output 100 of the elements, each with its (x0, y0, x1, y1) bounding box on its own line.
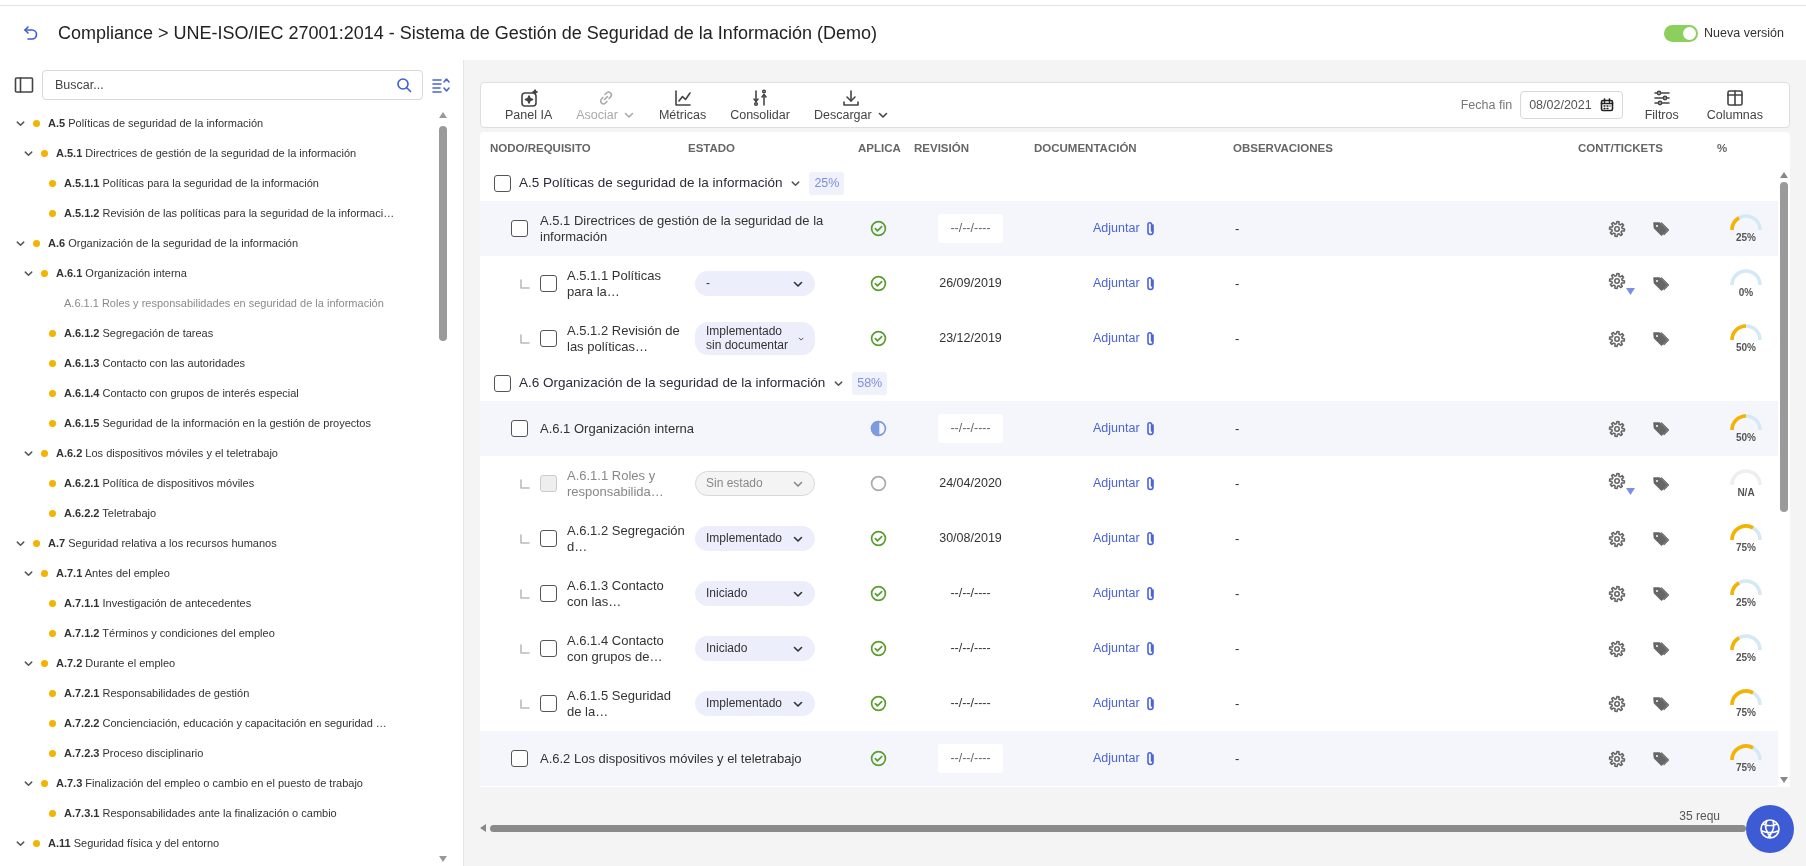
attach-link[interactable]: Adjuntar (1093, 274, 1155, 293)
gear-icon[interactable] (1608, 749, 1626, 768)
half-circle-icon[interactable] (869, 420, 887, 437)
scrollbar-thumb[interactable] (490, 824, 1746, 832)
attach-link[interactable]: Adjuntar (1093, 529, 1155, 548)
requirement-name[interactable]: A.5.1 Directrices de gestión de la seguridad de la información (540, 212, 830, 245)
tree-item[interactable]: A.7.2 Durante el empleo (56, 654, 176, 672)
checkbox[interactable] (494, 375, 511, 392)
search-field[interactable]: Buscar... (42, 70, 423, 100)
tags-icon[interactable] (1653, 330, 1669, 347)
tree-item[interactable]: A.7 Seguridad relativa a los recursos humanos (48, 534, 277, 552)
requirement-name[interactable]: A.6.1.5 Seguridad de la… (567, 687, 687, 720)
tree-item[interactable]: A.7.1.1 Investigación de antecedentes (64, 594, 252, 612)
check-circle-icon[interactable] (869, 695, 887, 712)
tree-item[interactable]: A.6.2.2 Teletrabajo (64, 504, 157, 522)
attach-link[interactable]: Adjuntar (1093, 749, 1155, 768)
status-select[interactable]: Implementado sin documentar (695, 322, 815, 355)
toolbar-button[interactable]: Métricas (646, 87, 719, 123)
toolbar-button[interactable]: Consolidar (718, 87, 802, 123)
tags-icon[interactable] (1653, 475, 1669, 492)
search-icon[interactable] (396, 77, 412, 93)
checkbox[interactable] (540, 585, 557, 602)
date-field[interactable]: --/--/---- (938, 414, 1003, 443)
group-title[interactable]: A.6 Organización de la seguridad de la información (519, 373, 826, 394)
scroll-up-icon[interactable] (1780, 172, 1788, 178)
tree-item[interactable]: A.7.2.1 Responsabilidades de gestión (64, 684, 250, 702)
scrollbar-thumb[interactable] (439, 126, 447, 341)
gear-icon[interactable] (1608, 272, 1626, 290)
requirement-name[interactable]: A.6.1.2 Segregación d… (567, 522, 687, 555)
sidebar-toggle-icon[interactable] (14, 76, 34, 94)
tree-item[interactable]: A.6 Organización de la seguridad de la información (48, 234, 299, 252)
attach-link[interactable]: Adjuntar (1093, 694, 1155, 713)
requirement-name[interactable]: A.5.1.1 Políticas para la… (567, 267, 687, 300)
tags-icon[interactable] (1653, 585, 1669, 602)
attach-link[interactable]: Adjuntar (1093, 584, 1155, 603)
group-title[interactable]: A.5 Políticas de seguridad de la información (519, 173, 783, 194)
attach-link[interactable]: Adjuntar (1093, 219, 1155, 238)
tags-icon[interactable] (1653, 220, 1669, 237)
tree-item[interactable]: A.7.1.2 Términos y condiciones del empleo (64, 624, 275, 642)
tree-item[interactable]: A.7.2.2 Concienciación, educación y capacitación en seguridad … (64, 714, 387, 732)
attach-link[interactable]: Adjuntar (1093, 329, 1155, 348)
attach-link[interactable]: Adjuntar (1093, 639, 1155, 658)
checkbox[interactable] (511, 750, 528, 767)
tags-icon[interactable] (1653, 275, 1669, 292)
checkbox[interactable] (540, 530, 557, 547)
scroll-down-icon[interactable] (1780, 777, 1788, 783)
tree-item[interactable]: A.6.1 Organización interna (56, 264, 187, 282)
checkbox[interactable] (540, 695, 557, 712)
requirement-name[interactable]: A.6.2 Los dispositivos móviles y el teletrabajo (540, 750, 802, 767)
date-field[interactable]: --/--/---- (938, 744, 1003, 773)
gear-icon[interactable] (1608, 219, 1626, 238)
checkbox[interactable] (540, 275, 557, 292)
check-circle-icon[interactable] (869, 750, 887, 767)
status-select[interactable]: Implementado (695, 526, 815, 551)
tree-item[interactable]: A.7.3 Finalización del empleo o cambio en el puesto de trabajo (56, 774, 363, 792)
scroll-left-icon[interactable] (480, 824, 486, 832)
checkbox[interactable] (540, 640, 557, 657)
sort-icon[interactable] (431, 76, 451, 94)
back-icon[interactable] (22, 24, 40, 42)
tree-item[interactable]: A.7.2.3 Proceso disciplinario (64, 744, 204, 762)
check-circle-icon[interactable] (869, 640, 887, 657)
check-circle-icon[interactable] (869, 330, 887, 347)
checkbox[interactable] (511, 220, 528, 237)
tree-item[interactable]: A.5.1.2 Revisión de las políticas para la seguridad de la informaci… (64, 204, 395, 222)
status-select[interactable]: Iniciado (695, 636, 815, 661)
date-field[interactable]: 08/02/2021 (1520, 91, 1623, 119)
checkbox[interactable] (540, 330, 557, 347)
calendar-icon[interactable] (1599, 98, 1614, 112)
tree-item[interactable]: A.6.2.1 Política de dispositivos móviles (64, 474, 255, 492)
gear-icon[interactable] (1608, 419, 1626, 438)
status-select[interactable]: Implementado (695, 691, 815, 716)
check-circle-icon[interactable] (869, 585, 887, 602)
tree-item[interactable]: A.6.2 Los dispositivos móviles y el teletrabajo (56, 444, 278, 462)
toolbar-button[interactable]: Descargar (801, 87, 901, 123)
tree-item[interactable]: A.5.1.1 Políticas para la seguridad de la información (64, 174, 319, 192)
chevron-icon[interactable] (833, 378, 845, 389)
tags-icon[interactable] (1653, 750, 1669, 767)
gear-icon[interactable] (1608, 694, 1626, 713)
tree-item[interactable]: A.11 Seguridad física y del entorno (48, 834, 220, 852)
tags-icon[interactable] (1653, 640, 1669, 657)
tags-icon[interactable] (1653, 695, 1669, 712)
scroll-up-icon[interactable] (439, 112, 447, 118)
tree-item[interactable]: A.7.3.1 Responsabilidades ante la finalización o cambio (64, 804, 337, 822)
toolbar-button[interactable]: Panel IA (493, 87, 565, 123)
tree-item[interactable]: A.5 Políticas de seguridad de la información (48, 114, 264, 132)
toolbar-button[interactable]: Filtros (1630, 87, 1693, 123)
date-field[interactable]: --/--/---- (938, 214, 1003, 243)
scrollbar-thumb[interactable] (1780, 182, 1788, 512)
requirement-name[interactable]: A.5.1.2 Revisión de las políticas… (567, 322, 687, 355)
toggle-switch[interactable] (1664, 24, 1699, 42)
tree-item[interactable]: A.6.1.4 Contacto con grupos de interés especial (64, 384, 299, 402)
gear-icon[interactable] (1608, 329, 1626, 348)
requirement-name[interactable]: A.6.1 Organización interna (540, 420, 694, 437)
chevron-icon[interactable] (790, 178, 802, 189)
toolbar-button[interactable]: Columnas (1692, 87, 1777, 123)
tree-item[interactable]: A.7.1 Antes del empleo (56, 564, 170, 582)
status-select[interactable]: - (695, 271, 815, 296)
tree-item[interactable]: A.6.1.3 Contacto con las autoridades (64, 354, 245, 372)
check-circle-icon[interactable] (869, 275, 887, 292)
check-circle-icon[interactable] (869, 220, 887, 237)
